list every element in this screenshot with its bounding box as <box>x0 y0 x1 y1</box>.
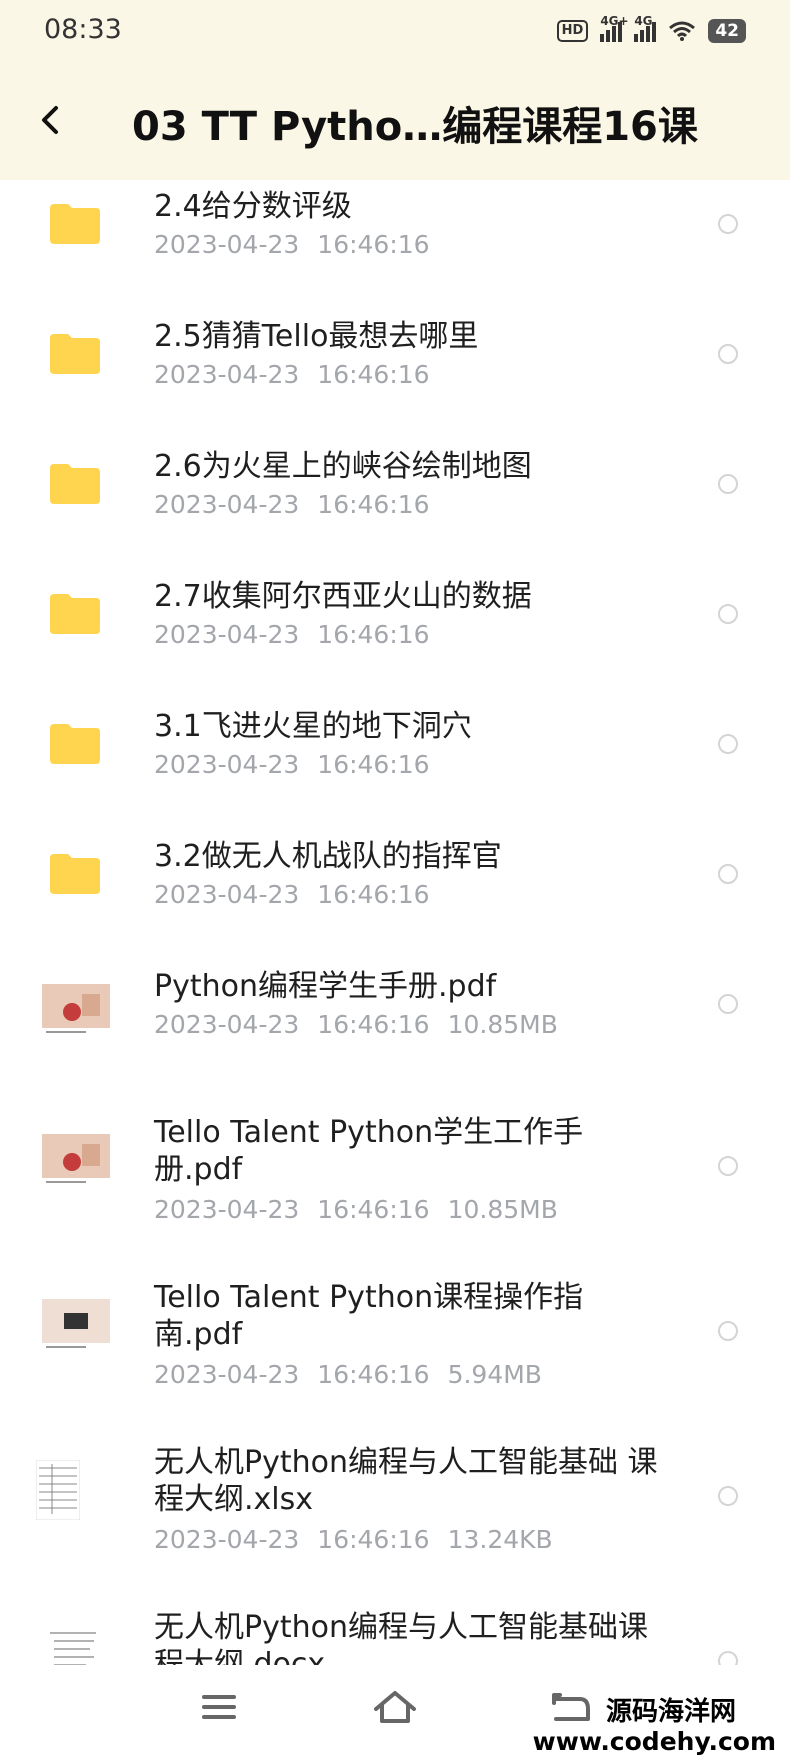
signal-4g-icon: 4G <box>634 14 657 42</box>
item-meta: 2023-04-23 16:46:16 <box>154 230 430 259</box>
folder-icon <box>50 334 100 374</box>
item-meta: 2023-04-23 16:46:16 <box>154 880 430 909</box>
item-name: 2.6为火星上的峡谷绘制地图 <box>154 449 532 484</box>
hd-icon: HD <box>556 20 589 42</box>
folder-icon <box>50 724 100 764</box>
select-radio[interactable] <box>718 1651 738 1665</box>
item-name: Tello Talent Python学生工作手册.pdf <box>154 1115 584 1187</box>
back-arrow-icon[interactable] <box>34 100 68 140</box>
item-name: Python编程学生手册.pdf <box>154 969 497 1004</box>
list-item[interactable]: Python编程学生手册.pdf 2023-04-23 16:46:16 10.85… <box>0 960 790 1110</box>
list-item[interactable]: Tello Talent Python课程操作指南.pdf 2023-04-23… <box>0 1275 790 1440</box>
item-meta: 2023-04-23 16:46:16 <box>154 620 430 649</box>
list-item[interactable]: 2.7收集阿尔西亚火山的数据 2023-04-23 16:46:16 <box>0 570 790 700</box>
menu-icon[interactable] <box>194 1687 244 1727</box>
item-meta: 2023-04-23 16:46:16 <box>154 490 430 519</box>
pdf-thumbnail <box>42 1299 110 1351</box>
item-meta: 2023-04-23 16:46:16 <box>154 360 430 389</box>
home-icon[interactable] <box>370 1687 420 1727</box>
list-item[interactable]: 2.6为火星上的峡谷绘制地图 2023-04-23 16:46:16 <box>0 440 790 570</box>
select-radio[interactable] <box>718 474 738 494</box>
item-name: 无人机Python编程与人工智能基础课程大纲.docx <box>154 1610 648 1665</box>
select-radio[interactable] <box>718 864 738 884</box>
select-radio[interactable] <box>718 1321 738 1341</box>
file-list: 2.4给分数评级 2023-04-23 16:46:16 2.5猜猜Tello最想… <box>0 180 790 1665</box>
wifi-icon <box>669 21 696 41</box>
item-meta: 2023-04-23 16:46:16 10.85MB <box>154 1010 558 1039</box>
list-item[interactable]: 无人机Python编程与人工智能基础 课程大纲.xlsx 2023-04-23 1… <box>0 1440 790 1605</box>
watermark-url: www.codehy.com <box>532 1727 776 1756</box>
item-name: 2.4给分数评级 <box>154 189 352 224</box>
list-item[interactable]: 2.5猜猜Tello最想去哪里 2023-04-23 16:46:16 <box>0 310 790 440</box>
select-radio[interactable] <box>718 1156 738 1176</box>
list-item[interactable]: 3.2做无人机战队的指挥官 2023-04-23 16:46:16 <box>0 830 790 960</box>
folder-icon <box>50 594 100 634</box>
xlsx-thumbnail <box>35 1459 81 1521</box>
item-meta: 2023-04-23 16:46:16 5.94MB <box>154 1360 542 1389</box>
select-radio[interactable] <box>718 734 738 754</box>
item-name: 3.2做无人机战队的指挥官 <box>154 839 502 874</box>
select-radio[interactable] <box>718 344 738 364</box>
docx-thumbnail <box>46 1625 102 1665</box>
select-radio[interactable] <box>718 1486 738 1506</box>
status-bar: 08:33 HD 4G+ 4G 42 <box>0 0 790 64</box>
item-meta: 2023-04-23 16:46:16 10.85MB <box>154 1195 558 1224</box>
folder-icon <box>50 204 100 244</box>
watermark: 源码海洋网 www.codehy.com <box>533 1697 776 1757</box>
folder-icon <box>50 464 100 504</box>
list-item[interactable]: Tello Talent Python学生工作手册.pdf 2023-04-23… <box>0 1110 790 1275</box>
select-radio[interactable] <box>718 604 738 624</box>
folder-icon <box>50 854 100 894</box>
pdf-thumbnail <box>42 984 110 1036</box>
list-item[interactable]: 无人机Python编程与人工智能基础课程大纲.docx <box>0 1605 790 1665</box>
pdf-thumbnail <box>42 1134 110 1186</box>
select-radio[interactable] <box>718 214 738 234</box>
select-radio[interactable] <box>718 994 738 1014</box>
list-item[interactable]: 2.4给分数评级 2023-04-23 16:46:16 <box>0 180 790 310</box>
item-meta: 2023-04-23 16:46:16 <box>154 750 430 779</box>
status-icons: HD 4G+ 4G 42 <box>556 14 746 48</box>
item-meta: 2023-04-23 16:46:16 13.24KB <box>154 1525 553 1554</box>
item-name: Tello Talent Python课程操作指南.pdf <box>154 1280 584 1352</box>
item-name: 2.7收集阿尔西亚火山的数据 <box>154 579 532 614</box>
list-item[interactable]: 3.1飞进火星的地下洞穴 2023-04-23 16:46:16 <box>0 700 790 830</box>
app-header: 03 TT Pytho…编程课程16课 <box>0 64 790 180</box>
item-name: 3.1飞进火星的地下洞穴 <box>154 709 472 744</box>
status-time: 08:33 <box>44 14 122 45</box>
signal-4g-plus-icon: 4G+ <box>600 14 629 42</box>
top-area: 08:33 HD 4G+ 4G 42 03 TT Pytho…编程课程16课 <box>0 0 790 180</box>
watermark-name: 源码海洋网 <box>605 1697 736 1727</box>
page-title: 03 TT Pytho…编程课程16课 <box>132 104 698 150</box>
item-name: 2.5猜猜Tello最想去哪里 <box>154 319 479 354</box>
item-name: 无人机Python编程与人工智能基础 课程大纲.xlsx <box>154 1445 658 1517</box>
battery-indicator: 42 <box>708 19 746 43</box>
